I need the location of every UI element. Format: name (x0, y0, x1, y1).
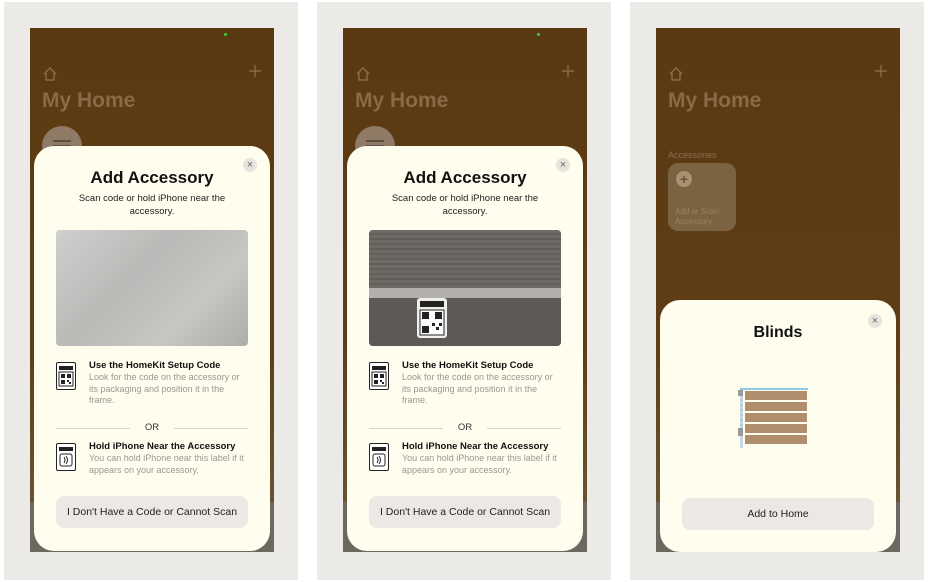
sheet-title: Blinds (753, 324, 803, 341)
option-code-desc: Look for the code on the accessory or it… (89, 372, 240, 405)
screenshot-panel-2: My Home × Add Accessory Scan code or hol… (317, 2, 611, 580)
option-nfc-desc: You can hold iPhone near this label if i… (402, 453, 557, 475)
home-icon[interactable] (668, 66, 684, 82)
camera-indicator (224, 33, 227, 36)
add-accessory-tile[interactable]: + Add or Scan Accessory (668, 163, 736, 231)
phone-screen: My Home × Add Accessory Scan code or hol… (30, 28, 274, 552)
sheet-subtitle: Scan code or hold iPhone near the access… (391, 193, 539, 217)
plus-icon: + (676, 171, 692, 187)
sheet-title: Add Accessory (403, 168, 527, 187)
phone-screen: My Home Accessories + Add or Scan Access… (656, 28, 900, 552)
blinds-sheet: × Blinds Add to Home (660, 300, 896, 552)
add-to-home-button[interactable]: Add to Home (682, 498, 874, 530)
option-nfc-title: Hold iPhone Near the Accessory (89, 441, 236, 452)
home-icon[interactable] (355, 66, 371, 82)
page-title: My Home (355, 89, 449, 112)
qr-code-label (417, 298, 447, 338)
screenshot-panel-1: My Home × Add Accessory Scan code or hol… (4, 2, 298, 580)
qr-code-icon (56, 362, 76, 390)
or-divider: OR (369, 422, 561, 434)
option-code-title: Use the HomeKit Setup Code (402, 360, 534, 371)
screenshot-panel-3: My Home Accessories + Add or Scan Access… (630, 2, 924, 580)
option-code-desc: Look for the code on the accessory or it… (402, 372, 553, 405)
camera-viewfinder[interactable] (369, 230, 561, 346)
plus-icon[interactable] (248, 64, 262, 78)
add-accessory-sheet: × Add Accessory Scan code or hold iPhone… (347, 146, 583, 551)
nfc-icon (56, 443, 76, 471)
camera-viewfinder[interactable] (56, 230, 248, 346)
add-tile-label: Add or Scan Accessory (675, 207, 720, 226)
plus-icon[interactable] (874, 64, 888, 78)
page-title: My Home (42, 89, 136, 112)
plus-icon[interactable] (561, 64, 575, 78)
sheet-title: Add Accessory (90, 168, 214, 187)
sheet-subtitle: Scan code or hold iPhone near the access… (78, 193, 226, 217)
option-nfc-desc: You can hold iPhone near this label if i… (89, 453, 244, 475)
option-nfc-title: Hold iPhone Near the Accessory (402, 441, 549, 452)
page-title: My Home (668, 89, 762, 112)
no-code-button[interactable]: I Don't Have a Code or Cannot Scan (56, 496, 248, 528)
option-code-title: Use the HomeKit Setup Code (89, 360, 221, 371)
nfc-icon (369, 443, 389, 471)
or-divider: OR (56, 422, 248, 434)
qr-code-icon (369, 362, 389, 390)
camera-indicator (537, 33, 540, 36)
home-icon[interactable] (42, 66, 58, 82)
no-code-button[interactable]: I Don't Have a Code or Cannot Scan (369, 496, 561, 528)
accessories-section-label: Accessories (668, 150, 717, 160)
add-accessory-sheet: × Add Accessory Scan code or hold iPhone… (34, 146, 270, 551)
phone-screen: My Home × Add Accessory Scan code or hol… (343, 28, 587, 552)
blinds-icon (738, 388, 808, 448)
